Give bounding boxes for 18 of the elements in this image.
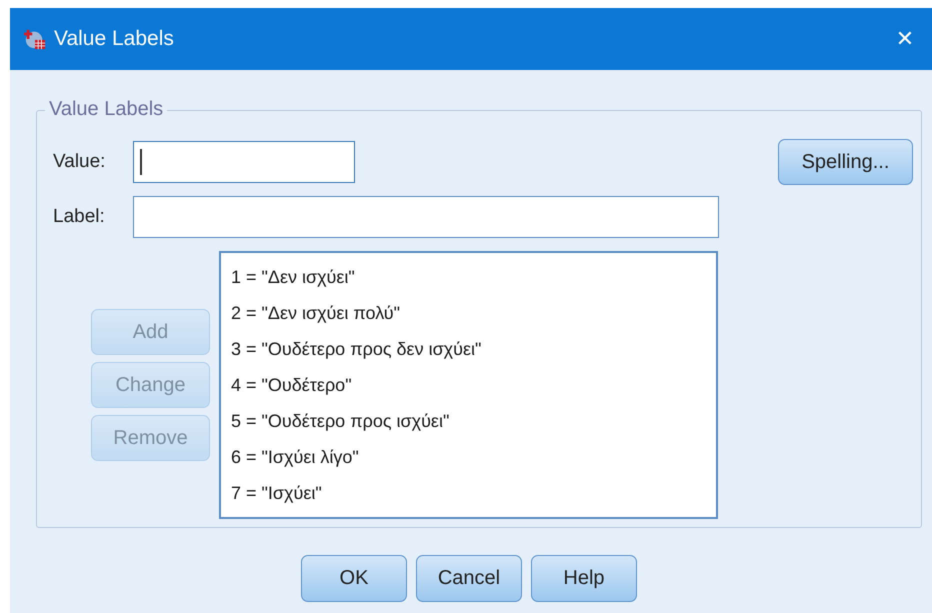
list-item[interactable]: 6 = "Ισχύει λίγο" xyxy=(231,439,706,475)
dialog-button[interactable]: Help xyxy=(531,555,637,602)
list-item[interactable]: 1 = "Δεν ισχύει" xyxy=(231,259,706,295)
spelling-button[interactable]: Spelling... xyxy=(778,139,913,185)
close-button[interactable]: ✕ xyxy=(878,8,932,70)
field-label: Value: xyxy=(53,151,106,173)
list-item[interactable]: 4 = "Ουδέτερο" xyxy=(231,367,706,403)
list-item[interactable]: 3 = "Ουδέτερο προς δεν ισχύει" xyxy=(231,331,706,367)
window-title: Value Labels xyxy=(54,27,175,51)
field-label: Label: xyxy=(53,206,106,228)
dialog-button[interactable]: OK xyxy=(301,555,407,602)
list-item[interactable]: 5 = "Ουδέτερο προς ισχύει" xyxy=(231,403,706,439)
app-icon xyxy=(24,28,46,50)
dialog-button[interactable]: Cancel xyxy=(416,555,522,602)
list-item[interactable]: 2 = "Δεν ισχύει πολύ" xyxy=(231,295,706,331)
value-field[interactable] xyxy=(133,141,355,183)
list-item[interactable]: 7 = "Ισχύει" xyxy=(231,475,706,511)
label-field[interactable] xyxy=(133,196,719,238)
